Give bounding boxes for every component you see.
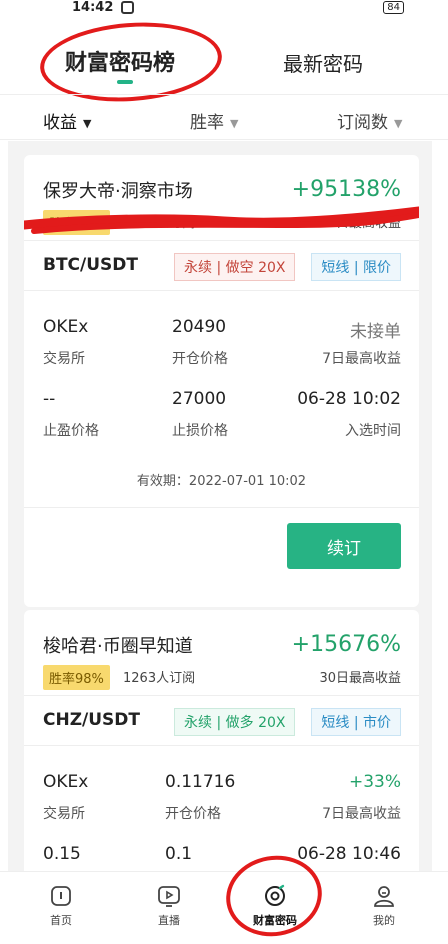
nav-home[interactable]: 首页 bbox=[31, 884, 91, 928]
selected-time-value: 06-28 10:02 bbox=[297, 389, 401, 409]
trading-pair: BTC/USDT bbox=[43, 255, 138, 275]
seven-day-profit-value: 未接单 bbox=[350, 322, 401, 342]
direction-tag: 永续 | 做多 20X bbox=[174, 708, 296, 736]
sort-subscribers-label: 订阅数 bbox=[337, 113, 388, 133]
sort-bar: 收益 ▼ 胜率 ▼ 订阅数 ▼ bbox=[0, 94, 448, 140]
tab-wealth-ranking[interactable]: 财富密码榜 bbox=[65, 45, 175, 77]
pair-row: BTC/USDT 永续 | 做空 20X 短线 | 限价 bbox=[24, 241, 419, 291]
card-header: 梭哈君·币圈早知道 +15676% 胜率98% 1263人订阅 30日最高收益 bbox=[24, 610, 419, 696]
play-icon bbox=[158, 886, 180, 907]
status-bar: 14:42 84 bbox=[0, 0, 448, 18]
caret-down-icon: ▼ bbox=[394, 116, 403, 130]
trader-name: 保罗大帝·洞察市场 bbox=[43, 181, 193, 202]
pair-row: CHZ/USDT 永续 | 做多 20X 短线 | 市价 bbox=[24, 696, 419, 746]
order-type-tag: 短线 | 限价 bbox=[311, 253, 401, 281]
nav-live-label: 直播 bbox=[158, 914, 180, 927]
subscriber-count: 1263人订阅 bbox=[123, 671, 196, 686]
profit-value: +15676% bbox=[291, 632, 401, 657]
direction-tag: 永续 | 做空 20X bbox=[174, 253, 296, 281]
profit-value: +95138% bbox=[291, 177, 401, 202]
take-profit-label: 止盈价格 bbox=[43, 423, 99, 439]
sort-winrate[interactable]: 胜率 ▼ bbox=[190, 108, 238, 133]
tab-latest-codes[interactable]: 最新密码 bbox=[283, 48, 363, 77]
renew-button[interactable]: 续订 bbox=[287, 523, 401, 569]
ranking-list[interactable]: 保罗大帝·洞察市场 +95138% 胜率97% 1371人订阅 30日最高收益 … bbox=[8, 141, 432, 871]
nav-mine[interactable]: 我的 bbox=[354, 884, 414, 928]
sort-profit-label: 收益 bbox=[43, 113, 77, 133]
trading-pair: CHZ/USDT bbox=[43, 710, 140, 730]
sort-winrate-label: 胜率 bbox=[190, 113, 224, 133]
annotation-scribble bbox=[24, 206, 419, 234]
sort-profit[interactable]: 收益 ▼ bbox=[43, 108, 91, 133]
order-type-tag: 短线 | 市价 bbox=[311, 708, 401, 736]
exchange-value: OKEx bbox=[43, 317, 89, 337]
divider bbox=[24, 507, 419, 508]
signal-card[interactable]: 保罗大帝·洞察市场 +95138% 胜率97% 1371人订阅 30日最高收益 … bbox=[24, 155, 419, 607]
validity-period: 有效期：2022-07-01 10:02 bbox=[136, 474, 307, 489]
exchange-value: OKEx bbox=[43, 772, 89, 792]
entry-price-label: 开仓价格 bbox=[165, 806, 221, 822]
seven-day-profit-value: +33% bbox=[348, 772, 401, 792]
entry-price-value: 20490 bbox=[172, 317, 227, 337]
take-profit-value: -- bbox=[43, 389, 56, 409]
selected-time-label: 入选时间 bbox=[345, 423, 401, 439]
tab-active-indicator bbox=[117, 80, 133, 84]
stop-loss-value: 0.1 bbox=[165, 844, 193, 864]
seven-day-profit-label: 7日最高收益 bbox=[322, 351, 401, 367]
exchange-label: 交易所 bbox=[43, 351, 85, 367]
profit-label: 30日最高收益 bbox=[319, 671, 401, 686]
take-profit-value: 0.15 bbox=[43, 844, 81, 864]
sort-subscribers[interactable]: 订阅数 ▼ bbox=[337, 108, 402, 133]
notification-icon bbox=[121, 1, 134, 14]
winrate-badge: 胜率98% bbox=[43, 665, 110, 690]
trader-name: 梭哈君·币圈早知道 bbox=[43, 636, 193, 657]
battery-icon: 84 bbox=[383, 1, 404, 14]
nav-home-label: 首页 bbox=[50, 914, 72, 927]
seven-day-profit-label: 7日最高收益 bbox=[322, 806, 401, 822]
exchange-label: 交易所 bbox=[43, 806, 85, 822]
card-header: 保罗大帝·洞察市场 +95138% 胜率97% 1371人订阅 30日最高收益 bbox=[24, 155, 419, 241]
entry-price-label: 开仓价格 bbox=[172, 351, 228, 367]
bottom-navigation: 首页 直播 财富密码 我的 bbox=[0, 871, 448, 937]
stop-loss-value: 27000 bbox=[172, 389, 227, 409]
caret-down-icon: ▼ bbox=[230, 116, 239, 130]
top-tabs: 财富密码榜 最新密码 bbox=[0, 16, 448, 108]
stop-loss-label: 止损价格 bbox=[172, 423, 228, 439]
selected-time-value: 06-28 10:46 bbox=[297, 844, 401, 864]
caret-down-icon: ▼ bbox=[83, 116, 92, 130]
status-time: 14:42 bbox=[72, 0, 114, 15]
entry-price-value: 0.11716 bbox=[165, 772, 236, 792]
signal-card[interactable]: 梭哈君·币圈早知道 +15676% 胜率98% 1263人订阅 30日最高收益 … bbox=[24, 610, 419, 871]
user-icon bbox=[374, 886, 394, 907]
nav-mine-label: 我的 bbox=[373, 914, 395, 927]
home-icon bbox=[51, 886, 71, 906]
nav-live[interactable]: 直播 bbox=[139, 884, 199, 928]
